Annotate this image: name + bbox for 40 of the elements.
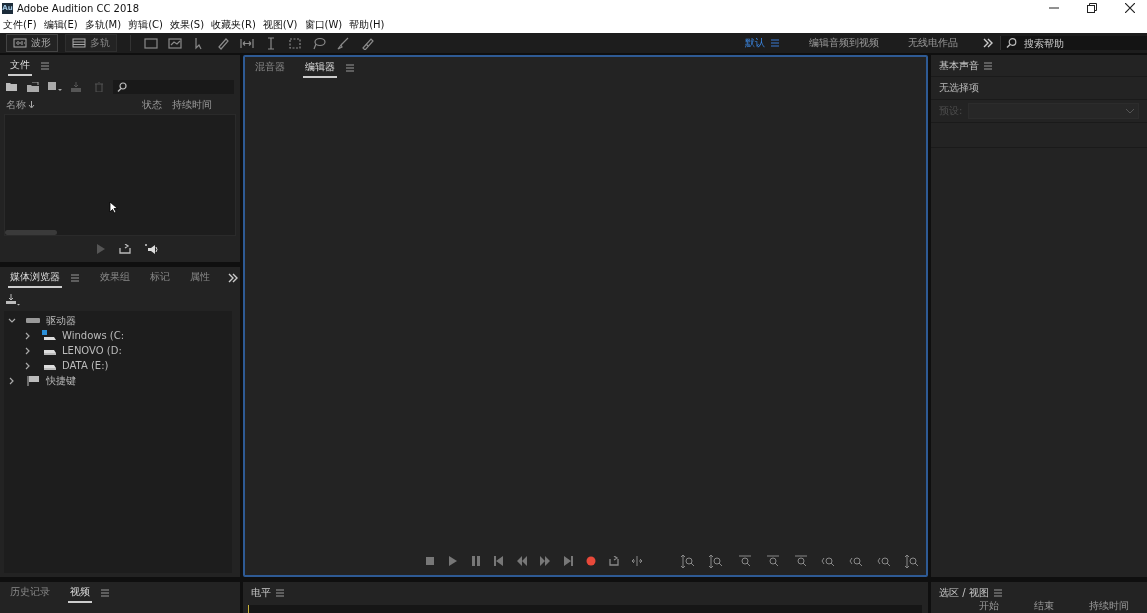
tree-item[interactable]: LENOVO (D:: [62, 345, 122, 356]
menu-item[interactable]: 收藏夹(R): [211, 17, 256, 32]
panel-tab[interactable]: 历史记录: [8, 582, 52, 603]
tree-item[interactable]: DATA (E:): [62, 360, 109, 371]
tree-item[interactable]: 驱动器: [46, 313, 76, 328]
panel-tab[interactable]: 标记: [148, 267, 172, 288]
column-header[interactable]: 状态: [142, 98, 172, 112]
menu-item[interactable]: 文件(F): [3, 17, 37, 32]
tree-item[interactable]: Windows (C:: [62, 330, 125, 341]
panel-tab[interactable]: 视频: [68, 582, 92, 603]
panel-tab[interactable]: 媒体浏览器: [8, 267, 62, 288]
menu-item[interactable]: 多轨(M): [84, 17, 122, 32]
panel-tab[interactable]: 文件: [8, 55, 32, 76]
panel-title: 选区 / 视图: [939, 585, 989, 600]
column-header: 持续时间: [1089, 600, 1130, 611]
search-field[interactable]: 搜索帮助: [1020, 36, 1147, 50]
panel-tab[interactable]: 效果组: [98, 267, 132, 288]
panel-title: 基本声音: [939, 58, 979, 73]
menu-item[interactable]: 窗口(W): [304, 17, 343, 32]
menu-item[interactable]: 效果(S): [169, 17, 205, 32]
panel-tab[interactable]: 编辑器: [303, 57, 337, 78]
panel-title: 电平: [251, 585, 271, 600]
mode-button[interactable]: 多轨: [65, 34, 117, 52]
mode-button[interactable]: 波形: [6, 34, 58, 52]
window-title: Adobe Audition CC 2018: [17, 2, 140, 14]
workspace-tab[interactable]: 编辑音频到视频: [809, 36, 879, 50]
panel-tab[interactable]: 混音器: [253, 57, 287, 78]
panel-tab[interactable]: 属性: [188, 267, 212, 288]
status-message: 无选择项: [939, 81, 979, 95]
column-header: 开始: [978, 600, 999, 611]
workspace-tab[interactable]: 无线电作品: [908, 36, 958, 50]
column-header[interactable]: 名称: [6, 98, 142, 112]
menu-item[interactable]: 编辑(E): [43, 17, 78, 32]
menu-item[interactable]: 视图(V): [262, 17, 298, 32]
tree-item[interactable]: 快捷键: [46, 373, 76, 388]
column-header: 结束: [1034, 600, 1054, 611]
workspace-tab[interactable]: 默认: [745, 36, 765, 50]
menu-item[interactable]: 剪辑(C): [128, 17, 163, 32]
menu-item[interactable]: 帮助(H): [349, 17, 385, 32]
column-header[interactable]: 持续时间: [172, 98, 212, 112]
